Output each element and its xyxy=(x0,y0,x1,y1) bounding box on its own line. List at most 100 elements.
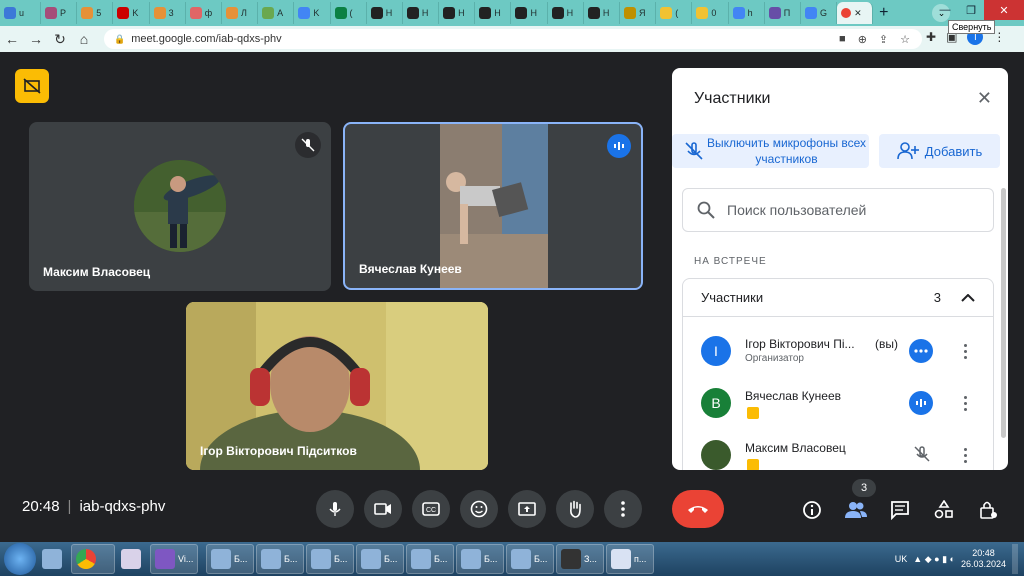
clock-time: 20:48 xyxy=(972,548,995,558)
tray-icons[interactable]: ▲ ◆ ● ▮ ◐ xyxy=(913,554,955,565)
reload-button[interactable]: ↻ xyxy=(48,31,72,48)
more-options-button[interactable] xyxy=(604,490,642,528)
app-icon xyxy=(511,549,531,569)
browser-tab[interactable]: Н xyxy=(439,2,476,24)
show-desktop-button[interactable] xyxy=(1012,544,1018,574)
close-icon[interactable]: ✕ xyxy=(977,88,992,109)
clock[interactable]: 20:48 26.03.2024 xyxy=(961,548,1006,570)
meeting-details-button[interactable] xyxy=(796,494,828,526)
window-controls: — ❐ ✕ xyxy=(932,0,1024,22)
taskbar-pinned[interactable] xyxy=(117,544,148,574)
camera-off-badge-icon[interactable] xyxy=(15,69,49,103)
captions-button[interactable]: CC xyxy=(412,490,450,528)
browser-tab[interactable]: ф xyxy=(186,2,222,24)
shapes-icon xyxy=(934,500,953,519)
browser-tab[interactable]: ( xyxy=(331,2,367,24)
camera-indicator-icon[interactable]: ■ xyxy=(839,33,846,46)
participant-row[interactable]: Максим Власовец xyxy=(701,435,991,470)
participant-tile-maksym[interactable]: Максим Власовец xyxy=(29,122,331,291)
more-actions-button[interactable] xyxy=(909,339,933,363)
app-icon xyxy=(561,549,581,569)
browser-tab[interactable]: G xyxy=(801,2,838,24)
tab-label: Н xyxy=(530,8,537,18)
browser-tab[interactable]: Я xyxy=(620,2,657,24)
extensions-puzzle-icon[interactable]: ✚ xyxy=(926,30,936,44)
participant-row[interactable]: В Вячеслав Кунеев xyxy=(701,383,991,423)
participant-tile-ihor[interactable]: Ігор Вікторович Підситков xyxy=(186,302,488,470)
browser-tab[interactable]: u xyxy=(0,2,41,24)
taskbar-window[interactable]: З... xyxy=(556,544,604,574)
group-header[interactable]: Участники 3 xyxy=(683,279,993,317)
taskbar-window[interactable]: Vi... xyxy=(150,544,198,574)
browser-tab[interactable]: Н xyxy=(548,2,584,24)
browser-tab[interactable]: 5 xyxy=(77,2,114,24)
leave-call-button[interactable] xyxy=(672,490,724,528)
minimize-button[interactable]: — xyxy=(932,0,958,20)
participant-row[interactable]: I Ігор Вікторович Пі... (вы) Организатор xyxy=(701,331,991,371)
zoom-icon[interactable]: ⊕ xyxy=(858,33,867,46)
restore-button[interactable]: ❐ xyxy=(958,0,984,20)
browser-tab[interactable]: Л xyxy=(222,2,259,24)
window-close-button[interactable]: ✕ xyxy=(984,0,1024,20)
mute-all-button[interactable]: Выключить микрофоны всех участников xyxy=(672,134,869,168)
taskbar-window[interactable]: Б... xyxy=(506,544,554,574)
browser-tab[interactable]: 0 xyxy=(692,2,729,24)
taskbar-pinned[interactable] xyxy=(38,544,69,574)
tab-active-meet[interactable]: ✕ xyxy=(837,2,874,24)
browser-tab[interactable]: Н xyxy=(511,2,548,24)
add-people-button[interactable]: Добавить xyxy=(879,134,1000,168)
kebab-menu-icon[interactable] xyxy=(957,391,973,415)
taskbar-window[interactable]: Б... xyxy=(256,544,304,574)
bookmark-star-icon[interactable]: ☆ xyxy=(900,33,910,46)
avatar: I xyxy=(701,336,731,366)
start-button[interactable] xyxy=(4,543,36,575)
favicon-icon xyxy=(551,7,564,19)
browser-tab[interactable]: h xyxy=(729,2,765,24)
browser-tab[interactable]: Н xyxy=(367,2,403,24)
omnibox[interactable]: 🔒 meet.google.com/iab-qdxs-phv ■ ⊕ ⇪ ☆ xyxy=(104,29,922,49)
participant-tile-viacheslav[interactable]: Вячеслав Кунеев xyxy=(343,122,643,290)
chat-button[interactable] xyxy=(884,494,916,526)
home-button[interactable]: ⌂ xyxy=(72,31,96,47)
taskbar-window[interactable]: Б... xyxy=(206,544,254,574)
tab-close-icon[interactable]: ✕ xyxy=(854,8,862,19)
browser-tab[interactable]: П xyxy=(765,2,801,24)
browser-tab[interactable]: P xyxy=(41,2,78,24)
browser-tab[interactable]: Н xyxy=(403,2,440,24)
browser-tab[interactable]: K xyxy=(294,2,331,24)
camera-button[interactable] xyxy=(364,490,402,528)
activities-button[interactable] xyxy=(928,494,960,526)
people-button[interactable] xyxy=(840,494,872,526)
forward-button[interactable]: → xyxy=(24,31,48,47)
taskbar-window[interactable]: п... xyxy=(606,544,654,574)
browser-tab[interactable]: K xyxy=(113,2,150,24)
raise-hand-button[interactable] xyxy=(556,490,594,528)
browser-tab[interactable]: Н xyxy=(475,2,512,24)
browser-tab[interactable]: 3 xyxy=(150,2,186,24)
taskbar-window[interactable]: Б... xyxy=(356,544,404,574)
browser-tab[interactable]: Н xyxy=(584,2,620,24)
mic-button[interactable] xyxy=(316,490,354,528)
taskbar-window[interactable]: Б... xyxy=(306,544,354,574)
search-input[interactable]: Поиск пользователей xyxy=(682,188,994,232)
panel-scrollbar[interactable] xyxy=(1001,188,1006,438)
screen: u P 5 K 3 ф Л A K(Н Н Н Н Н Н Н Я(0 h П G ✕ + ⌄ — ❐ ✕ Свер… xyxy=(0,0,1024,576)
tab-label: Я xyxy=(639,8,646,18)
language-indicator[interactable]: UK xyxy=(895,554,908,564)
favicon-icon xyxy=(81,7,94,19)
present-button[interactable] xyxy=(508,490,546,528)
taskbar-window[interactable]: Б... xyxy=(406,544,454,574)
back-button[interactable]: ← xyxy=(0,31,24,47)
host-controls-button[interactable] xyxy=(972,494,1004,526)
browser-tab[interactable]: A xyxy=(258,2,295,24)
app-icon xyxy=(361,549,381,569)
kebab-menu-icon[interactable] xyxy=(957,443,973,467)
new-tab-button[interactable]: + xyxy=(873,4,894,22)
taskbar-window[interactable]: Б... xyxy=(456,544,504,574)
browser-tab[interactable]: ( xyxy=(656,2,693,24)
taskbar-chrome[interactable] xyxy=(71,544,115,574)
kebab-menu-icon[interactable] xyxy=(957,339,973,363)
reactions-button[interactable] xyxy=(460,490,498,528)
taskbar-label: Б... xyxy=(484,554,498,564)
share-icon[interactable]: ⇪ xyxy=(879,33,888,46)
